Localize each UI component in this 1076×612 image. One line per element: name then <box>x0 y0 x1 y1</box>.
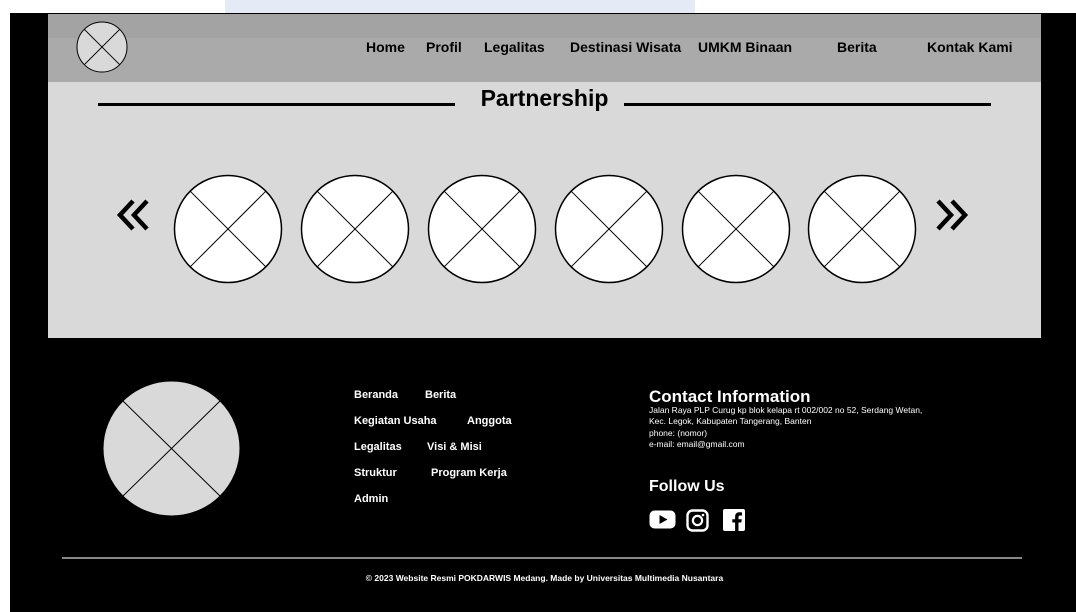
right-border <box>1041 13 1076 612</box>
footer-link-anggota[interactable]: Anggota <box>467 415 512 427</box>
left-border <box>10 13 48 612</box>
facebook-icon[interactable] <box>723 509 745 531</box>
footer-link-beranda[interactable]: Beranda <box>354 389 398 401</box>
footer-link-legalitas[interactable]: Legalitas <box>354 441 402 453</box>
site-footer: Beranda Berita Kegiatan Usaha Anggota Le… <box>48 338 1041 612</box>
nav-berita[interactable]: Berita <box>837 39 877 55</box>
partner-logo[interactable] <box>554 174 664 284</box>
footer-link-program-kerja[interactable]: Program Kerja <box>431 467 507 479</box>
header-strip <box>48 14 1041 38</box>
footer-link-struktur[interactable]: Struktur <box>354 467 397 479</box>
nav-kontak-kami[interactable]: Kontak Kami <box>927 39 1013 55</box>
partner-logo[interactable] <box>300 174 410 284</box>
copyright-text: © 2023 Website Resmi POKDARWIS Medang. M… <box>365 573 724 583</box>
contact-phone: phone: (nomor) <box>649 428 708 438</box>
page-frame: Home Profil Legalitas Destinasi Wisata U… <box>0 0 1076 612</box>
nav-umkm-binaan[interactable]: UMKM Binaan <box>698 39 792 55</box>
footer-link-admin[interactable]: Admin <box>354 493 388 505</box>
footer-link-visi-misi[interactable]: Visi & Misi <box>427 441 482 453</box>
footer-link-kegiatan-usaha[interactable]: Kegiatan Usaha <box>354 415 437 427</box>
nav-destinasi-wisata[interactable]: Destinasi Wisata <box>570 39 681 55</box>
contact-email[interactable]: e-mail: email@gmail.com <box>649 439 745 449</box>
partnership-title: Partnership <box>480 85 609 111</box>
double-chevron-right-icon[interactable] <box>931 195 971 235</box>
contact-address-line2: Kec. Legok, Kabupaten Tangerang, Banten <box>649 416 812 426</box>
contact-address-line1: Jalan Raya PLP Curug kp blok kelapa rt 0… <box>649 405 923 415</box>
youtube-icon[interactable] <box>649 510 676 529</box>
partnership-section: Partnership <box>48 82 1041 338</box>
footer-divider <box>62 557 1022 559</box>
background-guide <box>225 0 695 13</box>
double-chevron-left-icon[interactable] <box>114 195 154 235</box>
partner-logo[interactable] <box>173 174 283 284</box>
contact-title: Contact Information <box>649 387 811 406</box>
footer-logo-placeholder-icon <box>102 380 241 517</box>
logo-placeholder-icon[interactable] <box>76 21 128 73</box>
partner-logo[interactable] <box>807 174 917 284</box>
nav-profil[interactable]: Profil <box>426 39 462 55</box>
nav-legalitas[interactable]: Legalitas <box>484 39 545 55</box>
footer-link-berita[interactable]: Berita <box>425 389 456 401</box>
partner-logo[interactable] <box>681 174 791 284</box>
site-header: Home Profil Legalitas Destinasi Wisata U… <box>48 14 1041 82</box>
follow-us-title: Follow Us <box>649 478 725 495</box>
nav-home[interactable]: Home <box>366 39 405 55</box>
instagram-icon[interactable] <box>686 509 709 532</box>
partner-logo[interactable] <box>427 174 537 284</box>
